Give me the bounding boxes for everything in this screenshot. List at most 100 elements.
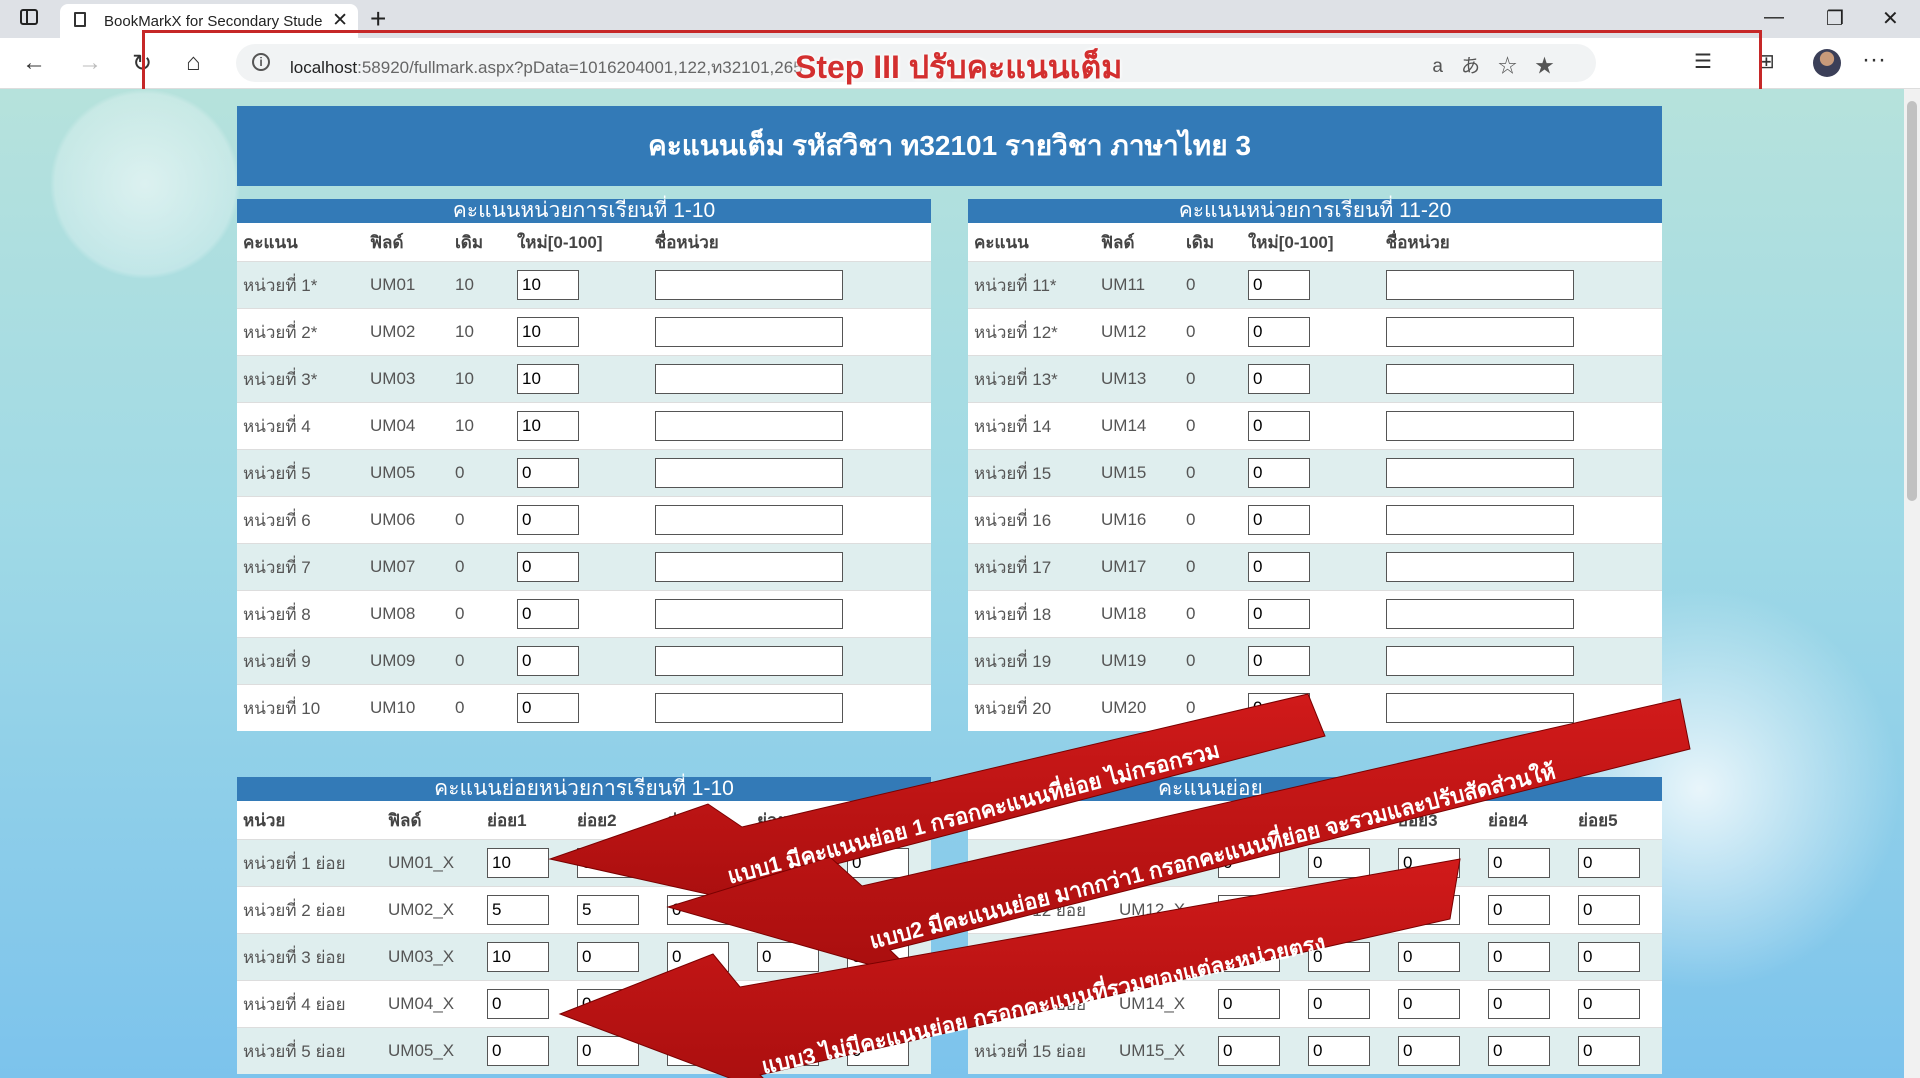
new-score-input[interactable] xyxy=(517,411,579,441)
subscore-4-input[interactable] xyxy=(757,942,819,972)
subscore-5-input[interactable] xyxy=(1578,895,1640,925)
subscore-3-input[interactable] xyxy=(667,848,729,878)
subscore-5-input[interactable] xyxy=(1578,1036,1640,1066)
new-score-input[interactable] xyxy=(1248,270,1310,300)
subscore-1-input[interactable] xyxy=(1218,895,1280,925)
subscore-1-input[interactable] xyxy=(1218,1036,1280,1066)
unit-name-input[interactable] xyxy=(1385,317,1574,347)
subscore-4-input[interactable] xyxy=(1488,989,1550,1019)
new-score-input[interactable] xyxy=(1248,458,1310,488)
subscore-cell xyxy=(571,980,661,1028)
subscore-cell xyxy=(1212,886,1302,934)
subscore-4-input[interactable] xyxy=(1488,848,1550,878)
unit-name-input[interactable] xyxy=(654,364,843,394)
new-score-input[interactable] xyxy=(1248,411,1310,441)
subscore-3-input[interactable] xyxy=(1398,895,1460,925)
new-score-input[interactable] xyxy=(517,505,579,535)
subscore-3-input[interactable] xyxy=(1398,848,1460,878)
subscore-1-input[interactable] xyxy=(487,895,549,925)
subscore-4-input[interactable] xyxy=(757,895,819,925)
close-tab-icon[interactable]: ✕ xyxy=(332,9,348,32)
subscore-2-input[interactable] xyxy=(1308,848,1370,878)
new-score-input[interactable] xyxy=(517,270,579,300)
unit-name-cell xyxy=(648,402,931,450)
new-score-input[interactable] xyxy=(517,364,579,394)
unit-name-input[interactable] xyxy=(654,411,843,441)
unit-name-input[interactable] xyxy=(654,552,843,582)
unit-name-input[interactable] xyxy=(1385,270,1574,300)
subscore-2-input[interactable] xyxy=(1308,895,1370,925)
unit-name-input[interactable] xyxy=(654,599,843,629)
panel-title: คะแนนหน่วยการเรียนที่ 1-10 xyxy=(237,199,931,223)
unit-name-input[interactable] xyxy=(654,505,843,535)
unit-label: หน่วยที่ 20 xyxy=(968,684,1095,731)
new-score-input[interactable] xyxy=(1248,599,1310,629)
subscore-5-input[interactable] xyxy=(847,989,909,1019)
subscore-4-input[interactable] xyxy=(1488,942,1550,972)
subscore-3-input[interactable] xyxy=(667,942,729,972)
subscore-4-input[interactable] xyxy=(757,989,819,1019)
tab-actions-icon[interactable] xyxy=(20,9,38,25)
subscore-4-input[interactable] xyxy=(1488,1036,1550,1066)
subscore-3-input[interactable] xyxy=(667,1036,729,1066)
subscore-2-input[interactable] xyxy=(1308,1036,1370,1066)
new-score-input[interactable] xyxy=(517,646,579,676)
subscore-3-input[interactable] xyxy=(1398,942,1460,972)
subscore-2-input[interactable] xyxy=(577,942,639,972)
scrollbar-thumb[interactable] xyxy=(1907,101,1917,501)
unit-name-input[interactable] xyxy=(1385,411,1574,441)
new-score-input[interactable] xyxy=(517,317,579,347)
unit-name-input[interactable] xyxy=(654,693,843,723)
more-icon[interactable]: ··· xyxy=(1862,46,1886,74)
unit-name-input[interactable] xyxy=(1385,458,1574,488)
unit-name-input[interactable] xyxy=(1385,693,1574,723)
subscore-3-input[interactable] xyxy=(1398,1036,1460,1066)
unit-name-input[interactable] xyxy=(654,458,843,488)
close-window-icon[interactable]: ✕ xyxy=(1882,6,1899,31)
subscore-5-input[interactable] xyxy=(1578,848,1640,878)
minimize-icon[interactable]: — xyxy=(1764,6,1784,29)
new-score-input[interactable] xyxy=(517,552,579,582)
unit-name-input[interactable] xyxy=(654,270,843,300)
new-score-input[interactable] xyxy=(1248,364,1310,394)
subscore-2-input[interactable] xyxy=(577,895,639,925)
subscore-2-input[interactable] xyxy=(577,848,639,878)
new-score-cell xyxy=(511,261,649,309)
scrollbar[interactable] xyxy=(1904,89,1920,1078)
new-score-input[interactable] xyxy=(1248,317,1310,347)
subscore-5-input[interactable] xyxy=(1578,989,1640,1019)
new-score-input[interactable] xyxy=(1248,646,1310,676)
restore-icon[interactable]: ❐ xyxy=(1826,6,1844,31)
unit-name-input[interactable] xyxy=(1385,646,1574,676)
new-score-input[interactable] xyxy=(1248,693,1310,723)
profile-avatar[interactable] xyxy=(1813,49,1841,77)
unit-name-input[interactable] xyxy=(654,646,843,676)
forward-icon[interactable]: → xyxy=(78,49,102,77)
unit-name-cell xyxy=(648,684,931,731)
subscore-1-input[interactable] xyxy=(487,1036,549,1066)
subscore-2-input[interactable] xyxy=(577,989,639,1019)
back-icon[interactable]: ← xyxy=(22,49,46,77)
subscore-5-input[interactable] xyxy=(1578,942,1640,972)
new-score-input[interactable] xyxy=(1248,552,1310,582)
subscore-4-input[interactable] xyxy=(1488,895,1550,925)
subscore-1-input[interactable] xyxy=(487,989,549,1019)
subscore-3-input[interactable] xyxy=(1398,989,1460,1019)
new-score-input[interactable] xyxy=(517,458,579,488)
subscore-1-input[interactable] xyxy=(487,942,549,972)
unit-name-input[interactable] xyxy=(1385,364,1574,394)
subscore-2-input[interactable] xyxy=(1308,989,1370,1019)
unit-name-input[interactable] xyxy=(1385,505,1574,535)
subscore-3-input[interactable] xyxy=(667,895,729,925)
unit-name-input[interactable] xyxy=(1385,552,1574,582)
subscore-2-input[interactable] xyxy=(577,1036,639,1066)
new-score-input[interactable] xyxy=(1248,505,1310,535)
subscore-3-input[interactable] xyxy=(667,989,729,1019)
units-table: คะแนน ฟิลด์ เดิม ใหม่[0-100] ชื่อหน่วย ห… xyxy=(237,223,931,731)
unit-name-input[interactable] xyxy=(1385,599,1574,629)
subscore-1-input[interactable] xyxy=(1218,989,1280,1019)
new-score-input[interactable] xyxy=(517,599,579,629)
subscore-1-input[interactable] xyxy=(487,848,549,878)
new-score-input[interactable] xyxy=(517,693,579,723)
unit-name-input[interactable] xyxy=(654,317,843,347)
